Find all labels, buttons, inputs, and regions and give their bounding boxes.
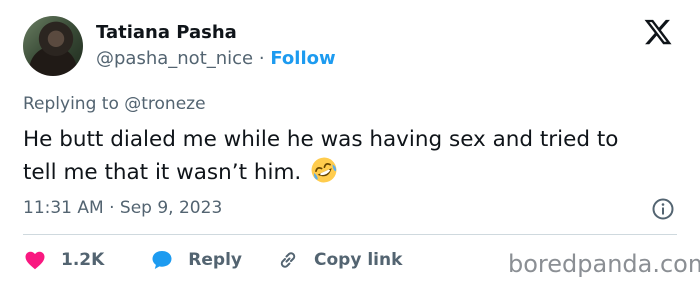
- info-icon[interactable]: [651, 197, 675, 221]
- reply-label: Reply: [188, 250, 242, 270]
- replying-to: Replying to @troneze: [23, 94, 206, 114]
- author-handle[interactable]: @pasha_not_nice: [96, 48, 253, 69]
- tweet-time: 11:31 AM: [23, 198, 104, 218]
- x-logo-icon[interactable]: [643, 17, 673, 47]
- replying-mention[interactable]: @troneze: [124, 94, 205, 114]
- speech-bubble-icon: [152, 251, 172, 269]
- like-count: 1.2K: [61, 250, 105, 270]
- reply-button[interactable]: Reply: [150, 248, 242, 272]
- avatar[interactable]: [23, 16, 83, 76]
- follow-button[interactable]: Follow: [270, 48, 335, 69]
- divider: [23, 234, 677, 235]
- copy-link-label: Copy link: [314, 250, 403, 270]
- replying-prefix: Replying to: [23, 94, 119, 114]
- heart-icon: [25, 251, 45, 270]
- link-icon: [280, 252, 296, 268]
- author-name[interactable]: Tatiana Pasha: [96, 22, 237, 43]
- rolling-laughing-emoji-icon: [311, 157, 337, 183]
- timestamp-separator: ·: [109, 198, 115, 218]
- action-bar: 1.2K Reply Copy link: [23, 246, 402, 274]
- author-handle-row: @pasha_not_nice · Follow: [96, 48, 336, 69]
- timestamp[interactable]: 11:31 AM · Sep 9, 2023: [23, 198, 222, 218]
- like-button[interactable]: 1.2K: [23, 248, 104, 272]
- handle-separator: ·: [258, 48, 265, 69]
- tweet-body: He butt dialed me while he was having se…: [23, 124, 653, 189]
- copy-link-button[interactable]: Copy link: [276, 248, 402, 272]
- watermark: boredpanda.com: [508, 250, 700, 278]
- tweet-date: Sep 9, 2023: [119, 198, 223, 218]
